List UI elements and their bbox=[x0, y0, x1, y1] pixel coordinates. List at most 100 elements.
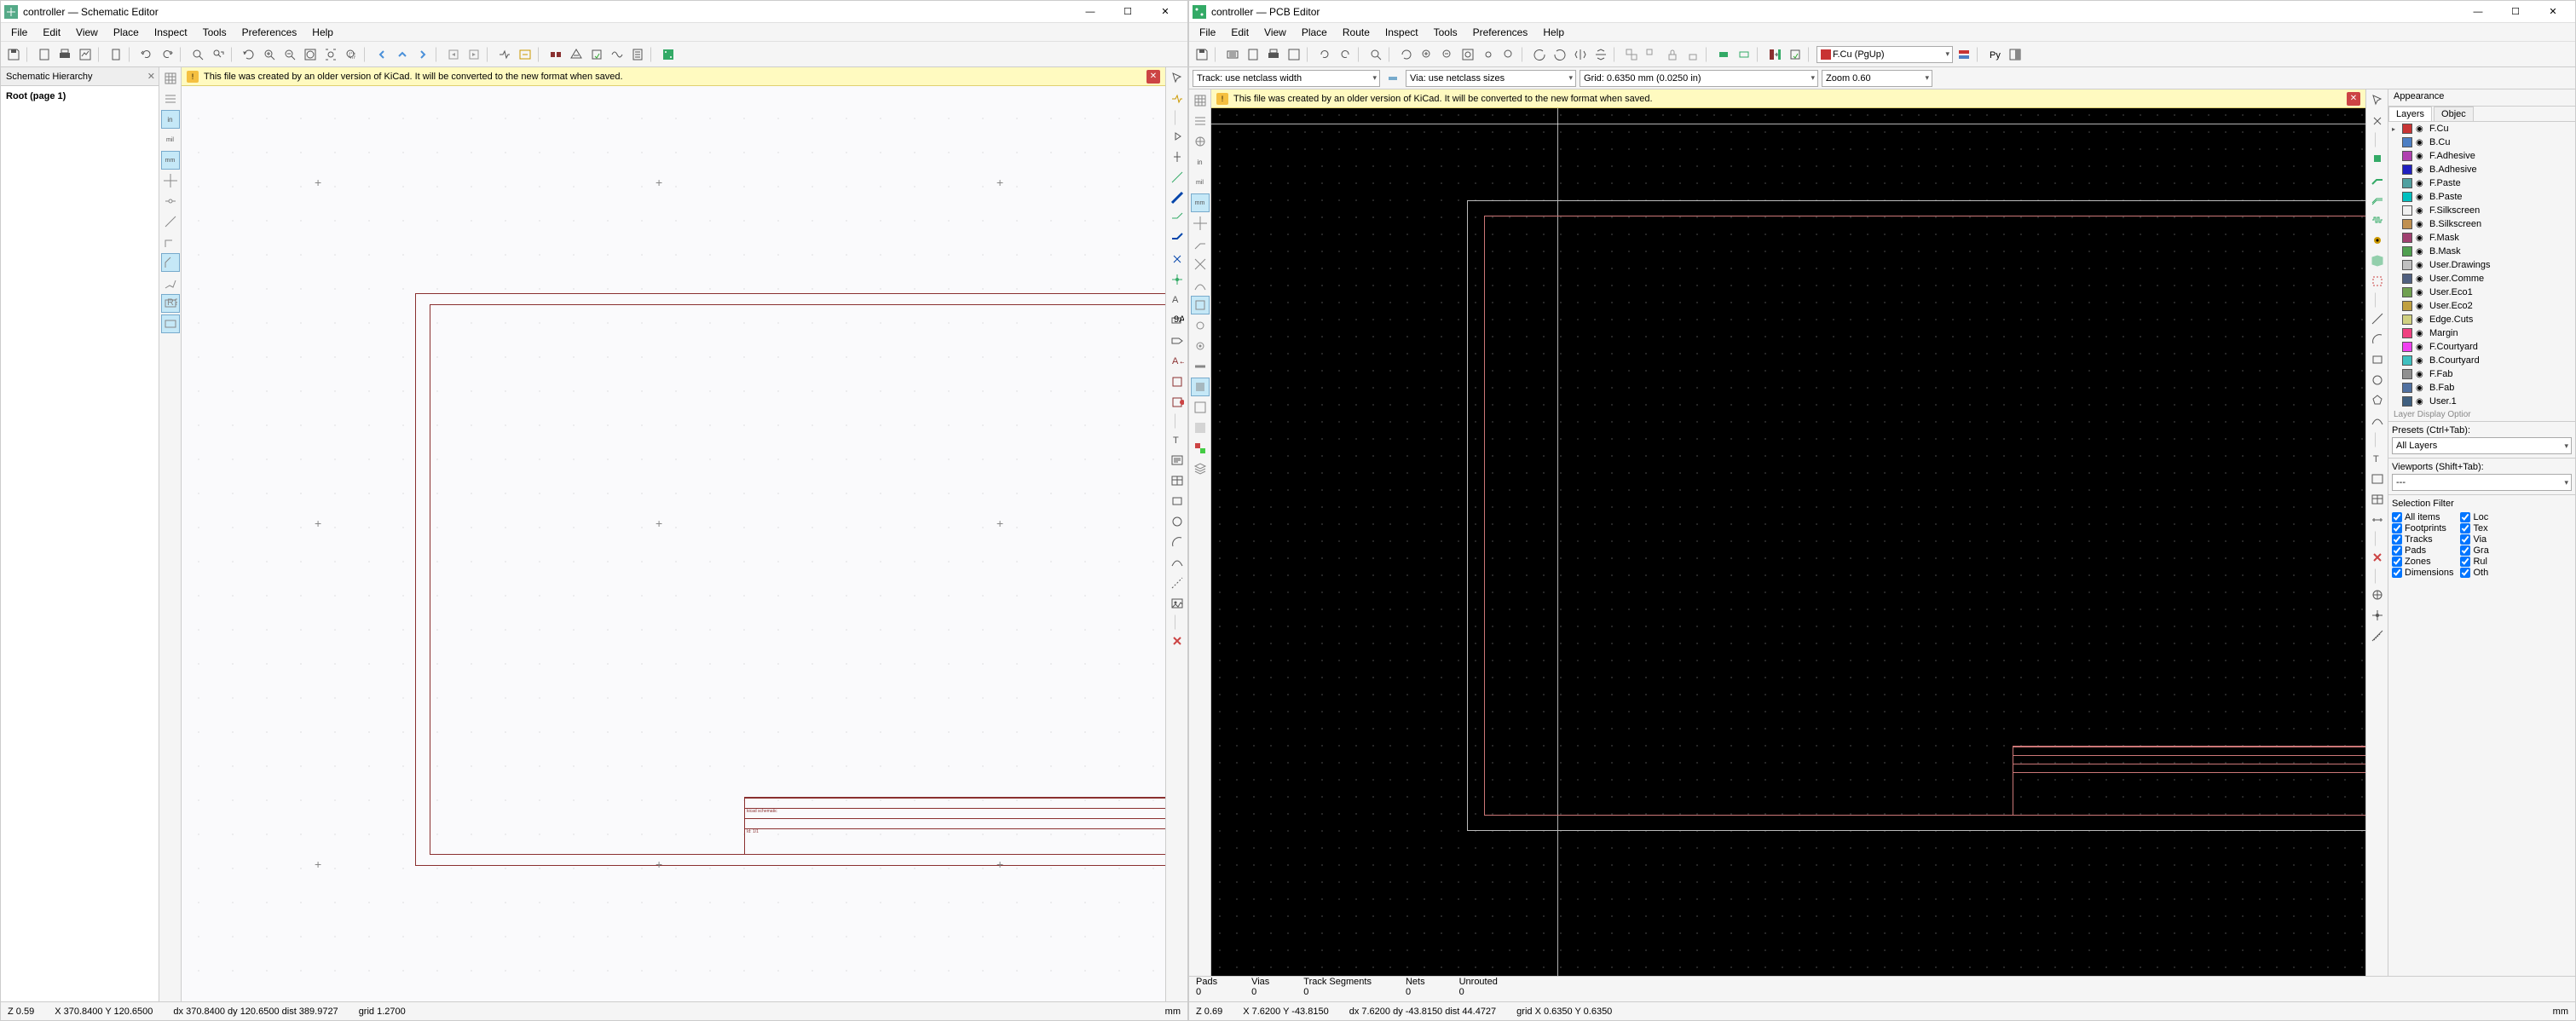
status-unit[interactable]: mm bbox=[1165, 1007, 1181, 1017]
free-angle-icon[interactable] bbox=[161, 212, 180, 231]
pcb-titlebar[interactable]: controller — PCB Editor — ☐ ✕ bbox=[1189, 1, 2575, 23]
set-origin-icon[interactable] bbox=[2368, 585, 2387, 604]
find-icon[interactable] bbox=[188, 45, 207, 64]
add-sheet-icon[interactable] bbox=[1168, 372, 1187, 391]
zoom-in-icon[interactable] bbox=[260, 45, 279, 64]
undo-icon[interactable] bbox=[137, 45, 156, 64]
save-icon[interactable] bbox=[4, 45, 23, 64]
contrast-normal-icon[interactable] bbox=[1191, 398, 1210, 417]
filter-checkbox[interactable]: Tracks bbox=[2392, 534, 2453, 545]
menu-view[interactable]: View bbox=[1257, 25, 1293, 40]
layer-dropdown[interactable]: F.Cu (PgUp) bbox=[1816, 46, 1953, 63]
presets-dropdown[interactable]: All Layers bbox=[2392, 437, 2572, 454]
save-icon[interactable] bbox=[1193, 45, 1211, 64]
filter-checkbox[interactable]: All items bbox=[2392, 512, 2453, 522]
maximize-button[interactable]: ☐ bbox=[2497, 1, 2534, 23]
hierarchy-root[interactable]: Root (page 1) bbox=[6, 91, 153, 101]
menu-edit[interactable]: Edit bbox=[1224, 25, 1256, 40]
layer-row[interactable]: ◉F.Silkscreen bbox=[2388, 204, 2575, 217]
layer-row[interactable]: ◉F.Mask bbox=[2388, 231, 2575, 245]
layer-row[interactable]: ◉Edge.Cuts bbox=[2388, 313, 2575, 326]
menu-edit[interactable]: Edit bbox=[36, 25, 67, 40]
sync-sheet-pins-icon[interactable] bbox=[1168, 393, 1187, 412]
add-label-icon[interactable]: A bbox=[1168, 291, 1187, 309]
nav-back-icon[interactable] bbox=[373, 45, 391, 64]
viewports-dropdown[interactable]: --- bbox=[2392, 474, 2572, 491]
layer-row[interactable]: ◉B.Adhesive bbox=[2388, 163, 2575, 176]
plot-icon[interactable] bbox=[1285, 45, 1303, 64]
draw-rect-icon[interactable] bbox=[2368, 350, 2387, 369]
add-circle-icon[interactable] bbox=[1168, 512, 1187, 531]
zoom-objects-icon[interactable] bbox=[321, 45, 340, 64]
annotate-icon[interactable] bbox=[567, 45, 586, 64]
zoom-out-icon[interactable] bbox=[280, 45, 299, 64]
zoom-out-icon[interactable] bbox=[1438, 45, 1457, 64]
draw-circle-icon[interactable] bbox=[2368, 371, 2387, 389]
mirror-v-icon[interactable] bbox=[1591, 45, 1610, 64]
schematic-titlebar[interactable]: controller — Schematic Editor — ☐ ✕ bbox=[1, 1, 1187, 23]
zoom-redraw-icon[interactable] bbox=[240, 45, 258, 64]
layer-row[interactable]: ◉User.Eco2 bbox=[2388, 299, 2575, 313]
maximize-button[interactable]: ☐ bbox=[1109, 1, 1146, 23]
add-symbol-icon[interactable] bbox=[1168, 127, 1187, 146]
add-bus-entry-icon[interactable] bbox=[1168, 229, 1187, 248]
annotate-auto-icon[interactable]: R? bbox=[161, 294, 180, 313]
layers-manager-icon[interactable] bbox=[1191, 459, 1210, 478]
add-rule-area-icon[interactable] bbox=[2368, 272, 2387, 291]
add-zone-icon[interactable] bbox=[2368, 251, 2387, 270]
grid-overrides-icon[interactable] bbox=[161, 89, 180, 108]
via-size-dropdown[interactable]: Via: use netclass sizes bbox=[1406, 70, 1576, 87]
mirror-h-icon[interactable] bbox=[1571, 45, 1590, 64]
print-icon[interactable] bbox=[55, 45, 74, 64]
zoom-objects-icon[interactable] bbox=[1479, 45, 1498, 64]
menu-inspect[interactable]: Inspect bbox=[1378, 25, 1425, 40]
layer-row[interactable]: ◉B.Courtyard bbox=[2388, 354, 2575, 367]
highlight-net-icon[interactable] bbox=[1168, 89, 1187, 108]
local-ratsnest-icon[interactable] bbox=[2368, 112, 2387, 130]
layer-row[interactable]: ▸◉F.Cu bbox=[2388, 122, 2575, 136]
plot-icon[interactable] bbox=[76, 45, 95, 64]
measure-tool-icon[interactable] bbox=[2368, 626, 2387, 645]
layer-row[interactable]: ◉B.Paste bbox=[2388, 190, 2575, 204]
route-track-icon[interactable] bbox=[2368, 170, 2387, 188]
redo-icon[interactable] bbox=[1336, 45, 1354, 64]
find-icon[interactable] bbox=[1366, 45, 1385, 64]
show-layers-manager-icon[interactable] bbox=[2006, 45, 2024, 64]
tab-layers[interactable]: Layers bbox=[2388, 107, 2432, 121]
minimize-button[interactable]: — bbox=[2459, 1, 2497, 23]
outline-tracks-icon[interactable] bbox=[1191, 357, 1210, 376]
track-width-dropdown[interactable]: Track: use netclass width bbox=[1193, 70, 1380, 87]
page-settings-icon[interactable] bbox=[35, 45, 54, 64]
add-textbox-icon[interactable] bbox=[2368, 470, 2387, 488]
filter-checkbox[interactable]: Pads bbox=[2392, 545, 2453, 556]
filter-checkbox[interactable]: Rul bbox=[2460, 557, 2488, 567]
menu-view[interactable]: View bbox=[69, 25, 105, 40]
route-diff-pair-icon[interactable] bbox=[2368, 190, 2387, 209]
menu-help[interactable]: Help bbox=[1536, 25, 1571, 40]
undo-icon[interactable] bbox=[1315, 45, 1334, 64]
leave-sheet-icon[interactable] bbox=[465, 45, 483, 64]
angle-45-icon[interactable] bbox=[161, 253, 180, 272]
rotate-ccw-icon[interactable] bbox=[1530, 45, 1549, 64]
menu-route[interactable]: Route bbox=[1336, 25, 1377, 40]
add-table-icon[interactable] bbox=[1168, 471, 1187, 490]
outline-graphics-icon[interactable] bbox=[1191, 378, 1210, 396]
grid-toggle-icon[interactable] bbox=[161, 69, 180, 88]
add-image-icon[interactable] bbox=[1168, 594, 1187, 613]
menu-place[interactable]: Place bbox=[107, 25, 146, 40]
layer-list[interactable]: ▸◉F.Cu◉B.Cu◉F.Adhesive◉B.Adhesive◉F.Past… bbox=[2388, 122, 2575, 408]
redo-icon[interactable] bbox=[158, 45, 176, 64]
net-color-icon[interactable] bbox=[1191, 439, 1210, 458]
erc-icon[interactable] bbox=[587, 45, 606, 64]
draw-bezier-icon[interactable] bbox=[2368, 412, 2387, 430]
lock-icon[interactable] bbox=[1663, 45, 1682, 64]
add-table-icon[interactable] bbox=[2368, 490, 2387, 509]
layer-row[interactable]: ◉User.Eco1 bbox=[2388, 286, 2575, 299]
layer-row[interactable]: ◉Margin bbox=[2388, 326, 2575, 340]
nav-up-icon[interactable] bbox=[393, 45, 412, 64]
schematic-canvas[interactable]: ! This file was created by an older vers… bbox=[182, 67, 1165, 1001]
draw-arc-icon[interactable] bbox=[2368, 330, 2387, 349]
filter-checkbox[interactable]: Loc bbox=[2460, 512, 2488, 522]
layer-row[interactable]: ◉F.Courtyard bbox=[2388, 340, 2575, 354]
track-auto-icon[interactable] bbox=[1383, 69, 1402, 88]
